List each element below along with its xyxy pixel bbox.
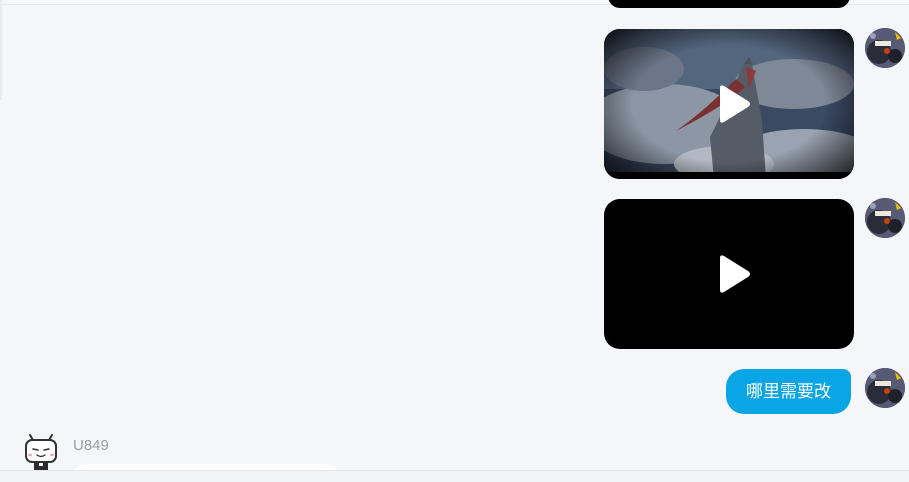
- user-avatar[interactable]: [865, 368, 905, 408]
- left-edge: [0, 0, 2, 100]
- user-avatar[interactable]: [865, 198, 905, 238]
- user-avatar-icon: [865, 28, 905, 68]
- video-message-monument[interactable]: [604, 29, 854, 179]
- user-avatar-icon: [865, 368, 905, 408]
- play-icon[interactable]: [714, 84, 752, 124]
- video-message-black[interactable]: [604, 199, 854, 349]
- input-area-edge: [0, 471, 909, 482]
- tv-mascot-avatar[interactable]: [22, 434, 60, 472]
- outgoing-text-message[interactable]: 哪里需要改: [726, 369, 851, 414]
- user-avatar-icon: [865, 198, 905, 238]
- play-icon[interactable]: [714, 254, 752, 294]
- user-avatar[interactable]: [865, 28, 905, 68]
- chat-message-area: 哪里需要改 U849: [0, 0, 909, 482]
- previous-media-message[interactable]: [608, 0, 850, 8]
- incoming-username: U849: [73, 437, 109, 454]
